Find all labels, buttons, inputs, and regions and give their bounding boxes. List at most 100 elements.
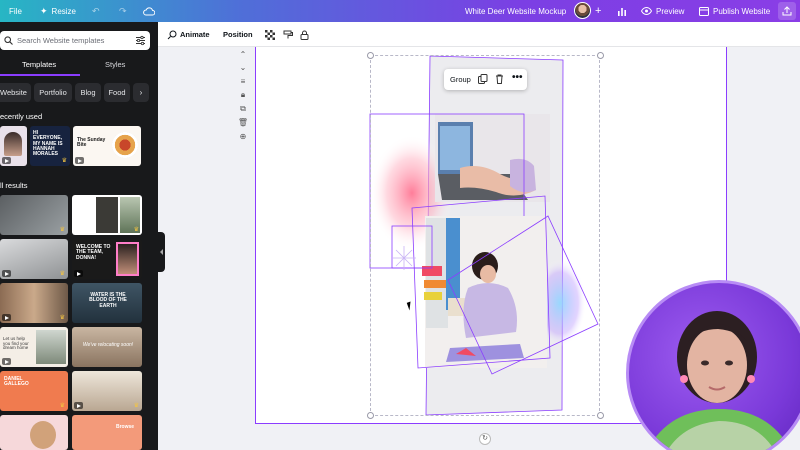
template-thumb[interactable]: ♛: [72, 195, 142, 235]
resize-handle-top-right[interactable]: [597, 52, 604, 59]
lock-page-icon[interactable]: 🔒︎: [237, 89, 249, 100]
chip-website[interactable]: Website: [0, 83, 31, 102]
bar-chart-icon: [618, 7, 626, 16]
play-icon: [74, 270, 83, 277]
share-button[interactable]: [778, 2, 796, 20]
add-page-icon[interactable]: ⊕: [237, 131, 249, 142]
group-button[interactable]: Group: [450, 75, 471, 84]
panel-tabs: Templates Styles: [0, 56, 158, 76]
thumb-text: WELCOME TO THE TEAM, DONNA!: [76, 244, 111, 261]
resize-button[interactable]: ✦ Resize: [40, 0, 76, 22]
thumb-text: Let us help you find your dream home: [3, 336, 29, 351]
play-icon: [2, 270, 11, 277]
animate-label: Animate: [180, 30, 210, 39]
browser-icon: [699, 6, 709, 16]
thumb-text: WATER IS THE BLOOD OF THE EARTH: [89, 292, 127, 309]
crown-icon: ♛: [59, 403, 65, 409]
add-collaborator-button[interactable]: +: [595, 0, 601, 22]
lock-button[interactable]: [300, 22, 309, 47]
share-icon: [782, 6, 792, 16]
file-menu[interactable]: File: [9, 0, 22, 22]
crown-icon: ♛: [61, 158, 67, 164]
more-options-icon[interactable]: •••: [512, 72, 523, 83]
canva-editor: File ✦ Resize ↶ ↷ White Deer Website Moc…: [0, 0, 800, 450]
template-thumb[interactable]: WELCOME TO THE TEAM, DONNA!: [72, 239, 142, 279]
template-thumb[interactable]: [0, 126, 27, 166]
search-icon: [4, 36, 13, 45]
chip-scroll-right[interactable]: ›: [133, 83, 149, 102]
resize-handle-top-left[interactable]: [367, 52, 374, 59]
publish-label: Publish Website: [713, 6, 771, 16]
top-bar: File ✦ Resize ↶ ↷ White Deer Website Moc…: [0, 0, 800, 22]
animate-button[interactable]: Animate: [167, 22, 210, 47]
cloud-save-button[interactable]: [143, 0, 155, 22]
chip-label: Food: [108, 88, 126, 97]
rotate-icon: ↻: [482, 435, 488, 442]
redo-button[interactable]: ↷: [119, 0, 127, 22]
template-thumb[interactable]: ♛: [0, 195, 68, 235]
play-icon: [74, 402, 83, 409]
lock-icon: [300, 30, 309, 40]
plus-icon: +: [595, 5, 602, 17]
presenter-video: [647, 311, 791, 450]
crown-icon: ♛: [59, 315, 65, 321]
active-tab-indicator: [0, 74, 80, 76]
position-label: Position: [223, 30, 253, 39]
recently-used-heading: ecently used: [0, 112, 43, 121]
chip-portfolio[interactable]: Portfolio: [34, 83, 72, 102]
template-thumb[interactable]: We've relocating soon!: [72, 327, 142, 367]
file-label: File: [9, 6, 22, 16]
group-selection-box[interactable]: [370, 55, 600, 416]
template-thumb[interactable]: ♛: [0, 283, 68, 323]
play-icon: [2, 314, 11, 321]
duplicate-icon[interactable]: [478, 74, 488, 86]
resize-handle-bottom-left[interactable]: [367, 412, 374, 419]
paint-format-button[interactable]: [283, 22, 293, 47]
user-avatar[interactable]: [574, 2, 591, 19]
panel-collapse-handle[interactable]: [158, 232, 165, 272]
thumb-text: Browse: [116, 424, 135, 430]
insights-button[interactable]: [617, 0, 627, 22]
undo-button[interactable]: ↶: [92, 0, 100, 22]
publish-website-button[interactable]: Publish Website: [699, 0, 770, 22]
position-button[interactable]: Position: [223, 22, 253, 47]
transparency-button[interactable]: [265, 22, 275, 47]
crown-icon: ♛: [133, 227, 139, 233]
sparkle-icon: ✦: [40, 5, 48, 16]
template-thumb[interactable]: ♛: [0, 239, 68, 279]
notes-icon[interactable]: ≡: [237, 76, 249, 87]
tab-styles[interactable]: Styles: [105, 60, 125, 69]
checkerboard-icon: [265, 29, 275, 40]
rotate-handle[interactable]: ↻: [479, 433, 491, 445]
template-thumb[interactable]: Browse: [72, 415, 142, 450]
search-input[interactable]: [17, 36, 127, 45]
template-thumb[interactable]: WATER IS THE BLOOD OF THE EARTH: [72, 283, 142, 323]
template-thumb[interactable]: Let us help you find your dream home: [0, 327, 68, 367]
document-title[interactable]: White Deer Website Mockup: [465, 0, 566, 22]
chip-blog[interactable]: Blog: [75, 83, 101, 102]
trash-icon[interactable]: [495, 74, 504, 86]
chevron-down-icon[interactable]: ⌄: [237, 62, 249, 73]
template-thumb[interactable]: The Sunday Bite: [73, 126, 141, 166]
templates-panel: Templates Styles Website Portfolio Blog …: [0, 22, 158, 450]
chip-label: Blog: [80, 88, 96, 97]
template-thumb[interactable]: [0, 415, 68, 450]
play-icon: [2, 358, 11, 365]
chip-food[interactable]: Food: [104, 83, 130, 102]
resize-handle-bottom-right[interactable]: [597, 412, 604, 419]
tab-templates[interactable]: Templates: [22, 60, 56, 69]
template-thumb[interactable]: ♛: [72, 371, 142, 411]
chevron-up-icon[interactable]: ⌃: [237, 49, 249, 60]
preview-button[interactable]: Preview: [641, 0, 684, 22]
duplicate-page-icon[interactable]: ⧉: [237, 103, 249, 114]
all-results-heading: ll results: [0, 181, 28, 190]
crown-icon: ♛: [59, 227, 65, 233]
template-thumb[interactable]: DANIEL GALLEGO ♛: [0, 371, 68, 411]
document-title-text: White Deer Website Mockup: [465, 6, 567, 16]
template-search[interactable]: [0, 31, 150, 50]
cloud-icon: [143, 6, 155, 15]
filter-icon[interactable]: [135, 35, 146, 46]
trash-page-icon[interactable]: 🗑︎: [237, 117, 249, 128]
template-thumb[interactable]: HI EVERYONE, MY NAME IS HANNAH MORALES ♛: [30, 126, 70, 166]
redo-icon: ↷: [119, 5, 127, 16]
